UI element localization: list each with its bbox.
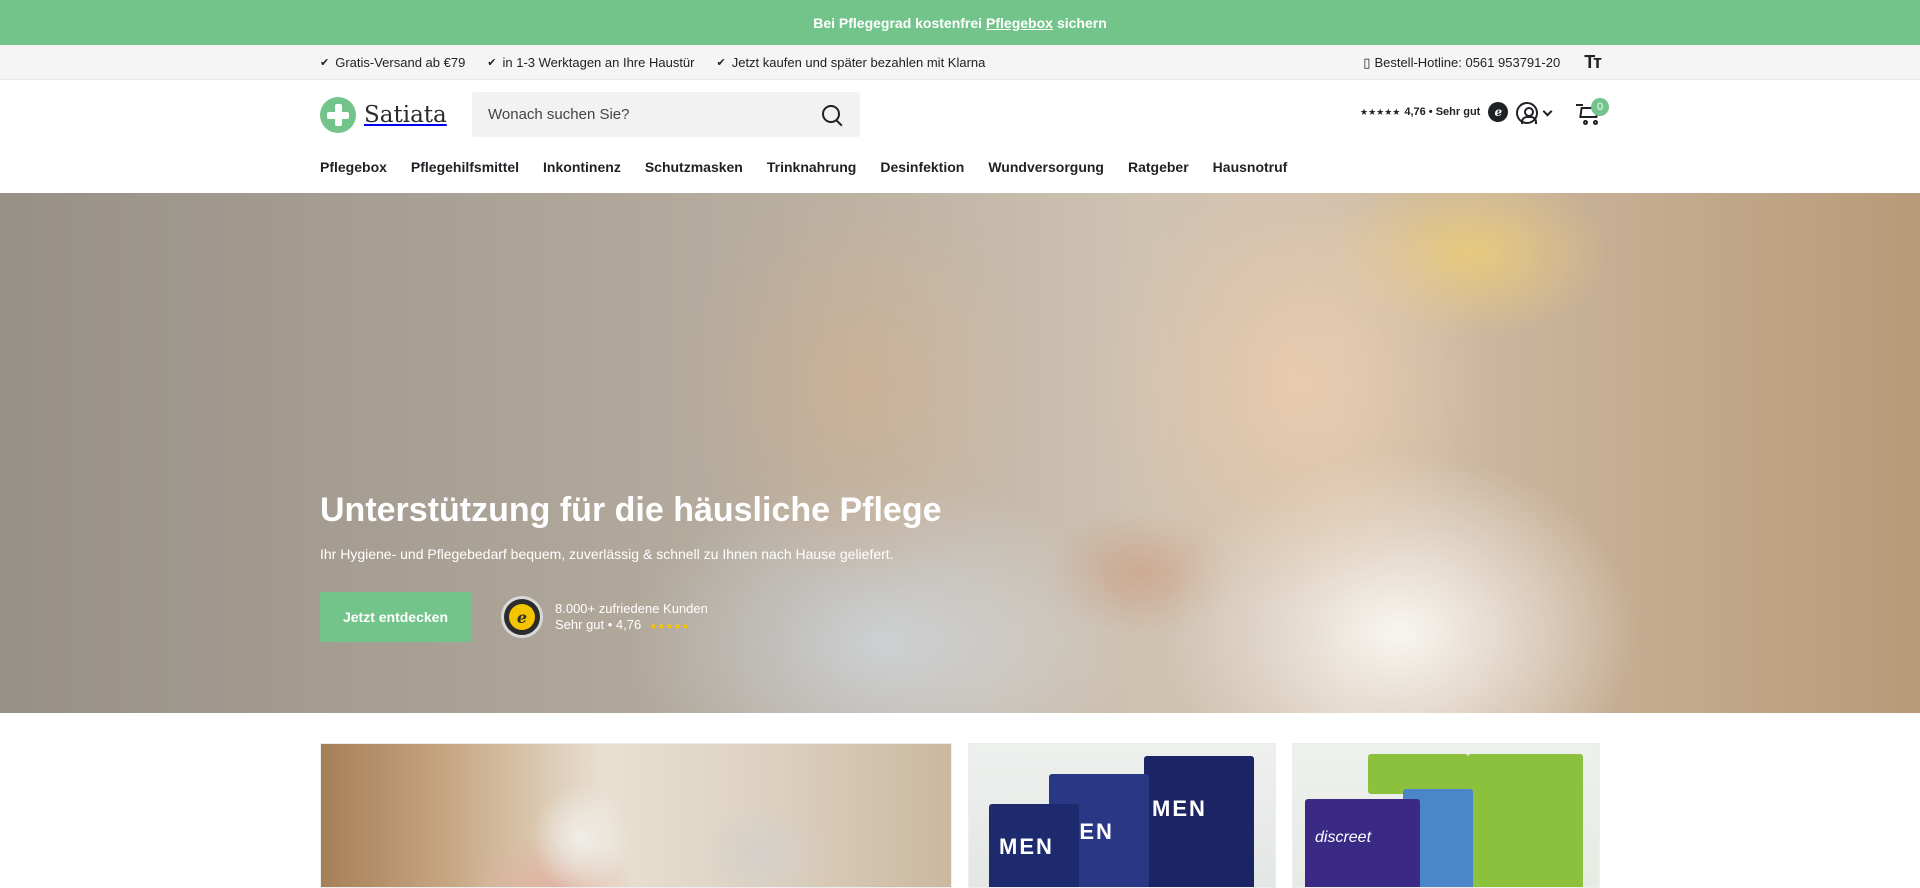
search-bar — [472, 92, 860, 137]
product-pack — [1368, 754, 1468, 794]
logo-cross-icon — [320, 96, 356, 133]
trusted-shops-seal-icon: e — [501, 596, 543, 638]
hero-subtitle: Ihr Hygiene- und Pflegebedarf bequem, zu… — [320, 546, 894, 562]
product-pack — [1468, 754, 1583, 887]
usp-bar: ✔ Gratis-Versand ab €79 ✔ in 1-3 Werktag… — [0, 45, 1920, 80]
usp-item: ✔ in 1-3 Werktagen an Ihre Haustür — [487, 55, 694, 70]
hero-banner: Unterstützung für die häusliche Pflege I… — [0, 193, 1920, 713]
search-input[interactable] — [488, 106, 820, 123]
shop-rating[interactable]: ★★★★★ 4,76 • Sehr gut e — [1360, 102, 1509, 122]
announcement-link[interactable]: Pflegebox — [986, 15, 1053, 31]
nav-item-trinknahrung[interactable]: Trinknahrung — [767, 159, 856, 175]
logo[interactable]: Satiata — [320, 96, 447, 133]
product-pack: discreet — [1305, 799, 1420, 887]
trust-stars: ★★★★★ — [649, 620, 690, 631]
product-pack: MEN — [1144, 756, 1254, 887]
nav-item-wundversorgung[interactable]: Wundversorgung — [988, 159, 1104, 175]
trusted-shops-icon: e — [1488, 102, 1509, 122]
check-icon: ✔ — [320, 57, 330, 69]
check-icon: ✔ — [716, 57, 726, 69]
promo-card-tena-men[interactable]: MEN MEN MEN — [968, 743, 1276, 888]
account-icon — [1516, 102, 1538, 124]
discover-button[interactable]: Jetzt entdecken — [320, 592, 471, 642]
promo-card-couple[interactable] — [320, 743, 952, 888]
cart-count-badge: 0 — [1591, 98, 1609, 116]
phone-icon: ▯ — [1363, 54, 1371, 70]
nav-item-ratgeber[interactable]: Ratgeber — [1128, 159, 1189, 175]
usp-label: Jetzt kaufen und später bezahlen mit Kla… — [731, 55, 986, 70]
nav-item-desinfektion[interactable]: Desinfektion — [880, 159, 964, 175]
announcement-suffix: sichern — [1056, 14, 1107, 31]
announcement-text: Bei Pflegegrad kostenfrei — [813, 14, 983, 31]
usp-label: Gratis-Versand ab €79 — [335, 55, 466, 70]
rating-text: 4,76 • Sehr gut — [1404, 106, 1481, 118]
hero-content: Unterstützung für die häusliche Pflege I… — [320, 491, 942, 642]
nav-item-hausnotruf[interactable]: Hausnotruf — [1213, 159, 1288, 175]
search-icon[interactable] — [820, 103, 844, 127]
nav-item-pflegehilfsmittel[interactable]: Pflegehilfsmittel — [411, 159, 519, 175]
promo-cards: MEN MEN MEN discreet — [0, 713, 1920, 888]
trust-widget[interactable]: e 8.000+ zufriedene Kunden Sehr gut • 4,… — [501, 596, 708, 638]
logo-text: Satiata — [364, 101, 447, 128]
main-nav: Pflegebox Pflegehilfsmittel Inkontinenz … — [320, 152, 1287, 182]
promo-card-tena-discreet[interactable]: discreet — [1292, 743, 1600, 888]
product-pack: MEN — [989, 804, 1079, 887]
announcement-bar: Bei Pflegegrad kostenfrei Pflegebox sich… — [0, 0, 1920, 45]
account-menu[interactable] — [1516, 102, 1553, 124]
nav-item-inkontinenz[interactable]: Inkontinenz — [543, 159, 621, 175]
hotline[interactable]: ▯ Bestell-Hotline: 0561 953791-20 — [1363, 55, 1560, 71]
chevron-down-icon — [1542, 106, 1553, 116]
nav-item-schutzmasken[interactable]: Schutzmasken — [645, 159, 743, 175]
text-size-icon[interactable]: Tт — [1584, 52, 1602, 73]
trust-rating: Sehr gut • 4,76 — [555, 616, 642, 632]
site-header: Satiata ★★★★★ 4,76 • Sehr gut e Pflegebo… — [0, 80, 1920, 192]
rating-stars: ★★★★★ — [1360, 106, 1401, 117]
hotline-label: Bestell-Hotline: 0561 953791-20 — [1374, 55, 1561, 70]
nav-item-pflegebox[interactable]: Pflegebox — [320, 159, 387, 175]
usp-item: ✔ Jetzt kaufen und später bezahlen mit K… — [717, 55, 986, 70]
check-icon: ✔ — [487, 57, 497, 69]
usp-item: ✔ Gratis-Versand ab €79 — [320, 55, 465, 70]
hero-title: Unterstützung für die häusliche Pflege — [320, 491, 942, 529]
usp-label: in 1-3 Werktagen an Ihre Haustür — [502, 55, 695, 70]
trust-customers: 8.000+ zufriedene Kunden — [555, 600, 708, 616]
